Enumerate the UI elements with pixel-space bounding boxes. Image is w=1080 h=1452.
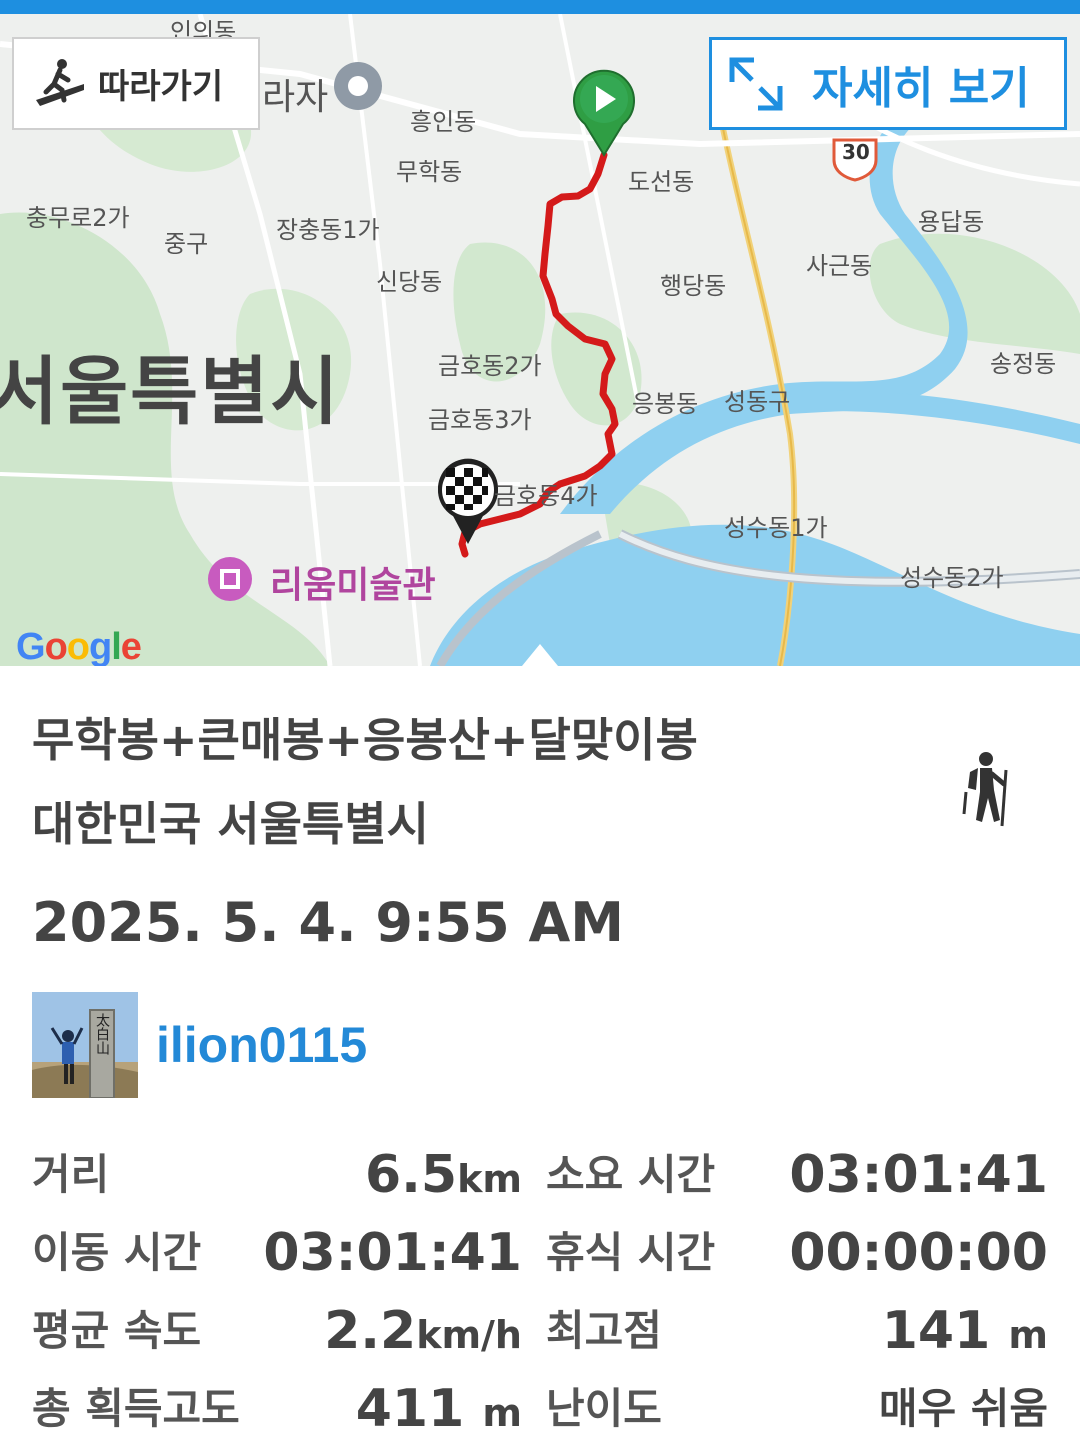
max-altitude-label: 최고점 bbox=[546, 1306, 662, 1355]
map-label: 라자 bbox=[262, 77, 329, 118]
track-region: 대한민국 서울특별시 bbox=[32, 797, 429, 851]
elevation-gain-label: 총 획득고도 bbox=[32, 1384, 240, 1433]
place-pin-icon bbox=[334, 62, 382, 110]
distance-value: 6.5km bbox=[365, 1145, 522, 1205]
difficulty-value: 매우 쉬움 bbox=[878, 1384, 1048, 1433]
map-label: 용답동 bbox=[918, 208, 985, 236]
user-avatar[interactable]: 太白山 bbox=[32, 992, 138, 1098]
follow-label: 따라가기 bbox=[98, 67, 224, 107]
track-datetime: 2025. 5. 4. 9:55 AM bbox=[32, 891, 625, 954]
stats-row: 거리 6.5km 소요 시간 03:01:41 bbox=[32, 1140, 1052, 1218]
rest-time-value: 00:00:00 bbox=[789, 1223, 1048, 1283]
stats-row: 평균 속도 2.2km/h 최고점 141 m bbox=[32, 1296, 1052, 1374]
avg-speed-label: 평균 속도 bbox=[32, 1306, 202, 1355]
expand-icon bbox=[729, 57, 783, 110]
view-detail-button[interactable]: 자세히 보기 bbox=[709, 37, 1067, 130]
map-label: 무학동 bbox=[396, 158, 463, 186]
walking-person-icon bbox=[36, 58, 84, 106]
map-label: 신당동 bbox=[376, 268, 443, 296]
map-label: 성수동1가 bbox=[724, 514, 828, 542]
top-accent-bar bbox=[0, 0, 1080, 14]
difficulty-label: 난이도 bbox=[546, 1384, 662, 1433]
map-label: 장충동1가 bbox=[276, 216, 380, 244]
rest-time-label: 휴식 시간 bbox=[546, 1228, 716, 1277]
total-time-label: 소요 시간 bbox=[546, 1150, 716, 1199]
distance-label: 거리 bbox=[32, 1150, 110, 1199]
max-altitude-value: 141 m bbox=[881, 1301, 1048, 1361]
map-label: 도선동 bbox=[628, 168, 695, 196]
museum-pin-icon bbox=[208, 557, 252, 601]
hiker-icon bbox=[962, 752, 1008, 827]
track-info: 무학봉+큰매봉+응봉산+달맞이봉 대한민국 서울특별시 2025. 5. 4. … bbox=[32, 710, 1052, 954]
stats-row: 총 획득고도 411 m 난이도 매우 쉬움 bbox=[32, 1374, 1052, 1452]
avatar-sign-char: 太白山 bbox=[94, 1013, 110, 1055]
username-link[interactable]: ilion0115 bbox=[156, 1016, 367, 1074]
map-label: 성수동2가 bbox=[900, 564, 1004, 592]
map-label: 금호동4가 bbox=[494, 482, 598, 510]
map-city-label: 서울특별시 bbox=[0, 349, 341, 435]
map-label: 성동구 bbox=[724, 388, 791, 416]
elevation-gain-value: 411 m bbox=[355, 1379, 522, 1439]
road-number: 30 bbox=[842, 140, 870, 164]
map-label: 응봉동 bbox=[632, 390, 699, 418]
finish-flag-marker-icon bbox=[438, 458, 499, 544]
user-row[interactable]: 太白山 ilion0115 bbox=[32, 992, 367, 1098]
map-label: 중구 bbox=[164, 230, 209, 258]
map-label: 행당동 bbox=[660, 272, 727, 300]
museum-label: 리움미술관 bbox=[270, 565, 436, 606]
detail-label: 자세히 보기 bbox=[812, 62, 1030, 114]
follow-button[interactable]: 따라가기 bbox=[12, 37, 260, 130]
track-title: 무학봉+큰매봉+응봉산+달맞이봉 bbox=[32, 713, 698, 767]
stats-row: 이동 시간 03:01:41 휴식 시간 00:00:00 bbox=[32, 1218, 1052, 1296]
total-time-value: 03:01:41 bbox=[789, 1145, 1048, 1205]
moving-time-value: 03:01:41 bbox=[263, 1223, 522, 1283]
map-label: 흥인동 bbox=[410, 108, 477, 136]
map-label: 충무로2가 bbox=[26, 204, 130, 232]
moving-time-label: 이동 시간 bbox=[32, 1228, 202, 1277]
avg-speed-value: 2.2km/h bbox=[324, 1301, 522, 1361]
map-label: 금호동3가 bbox=[428, 406, 532, 434]
stats-table: 거리 6.5km 소요 시간 03:01:41 이동 시간 03:01:41 휴… bbox=[32, 1140, 1052, 1452]
google-logo: Google bbox=[16, 626, 142, 666]
route-map[interactable]: 인의동 흥인동 무학동 도선동 충무로2가 중구 장충동1가 신당동 행당동 사… bbox=[0, 14, 1080, 666]
map-label: 금호동2가 bbox=[438, 352, 542, 380]
map-label: 송정동 bbox=[990, 350, 1057, 378]
map-label: 사근동 bbox=[806, 252, 873, 280]
